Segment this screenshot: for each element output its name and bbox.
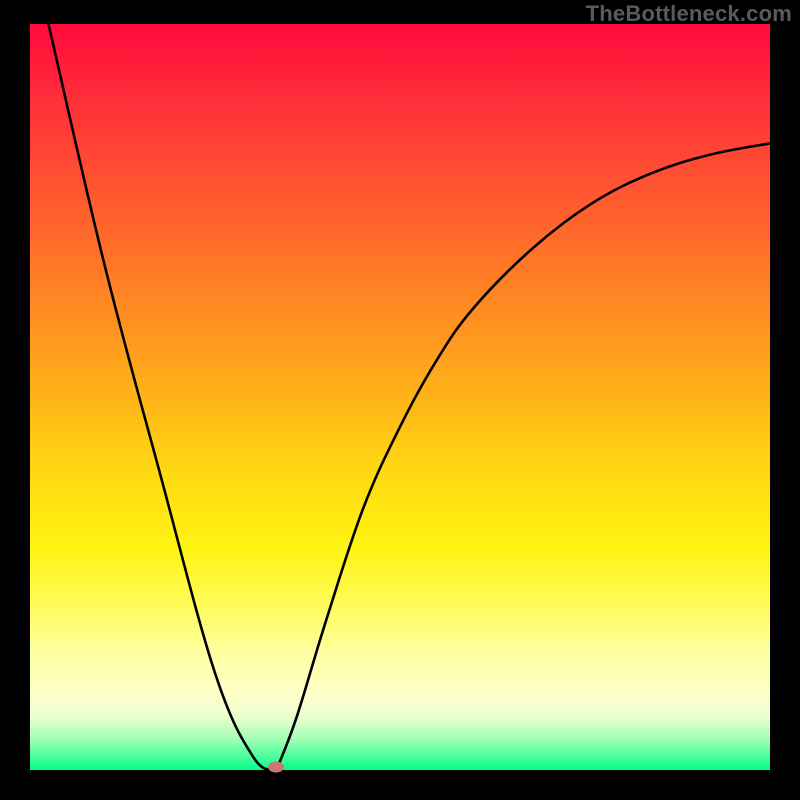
minimum-marker [268,762,284,773]
curve-left-branch [49,24,277,770]
curve-right-branch [276,143,770,770]
bottleneck-curve [30,24,770,770]
plot-area [30,24,770,770]
chart-frame: TheBottleneck.com [0,0,800,800]
